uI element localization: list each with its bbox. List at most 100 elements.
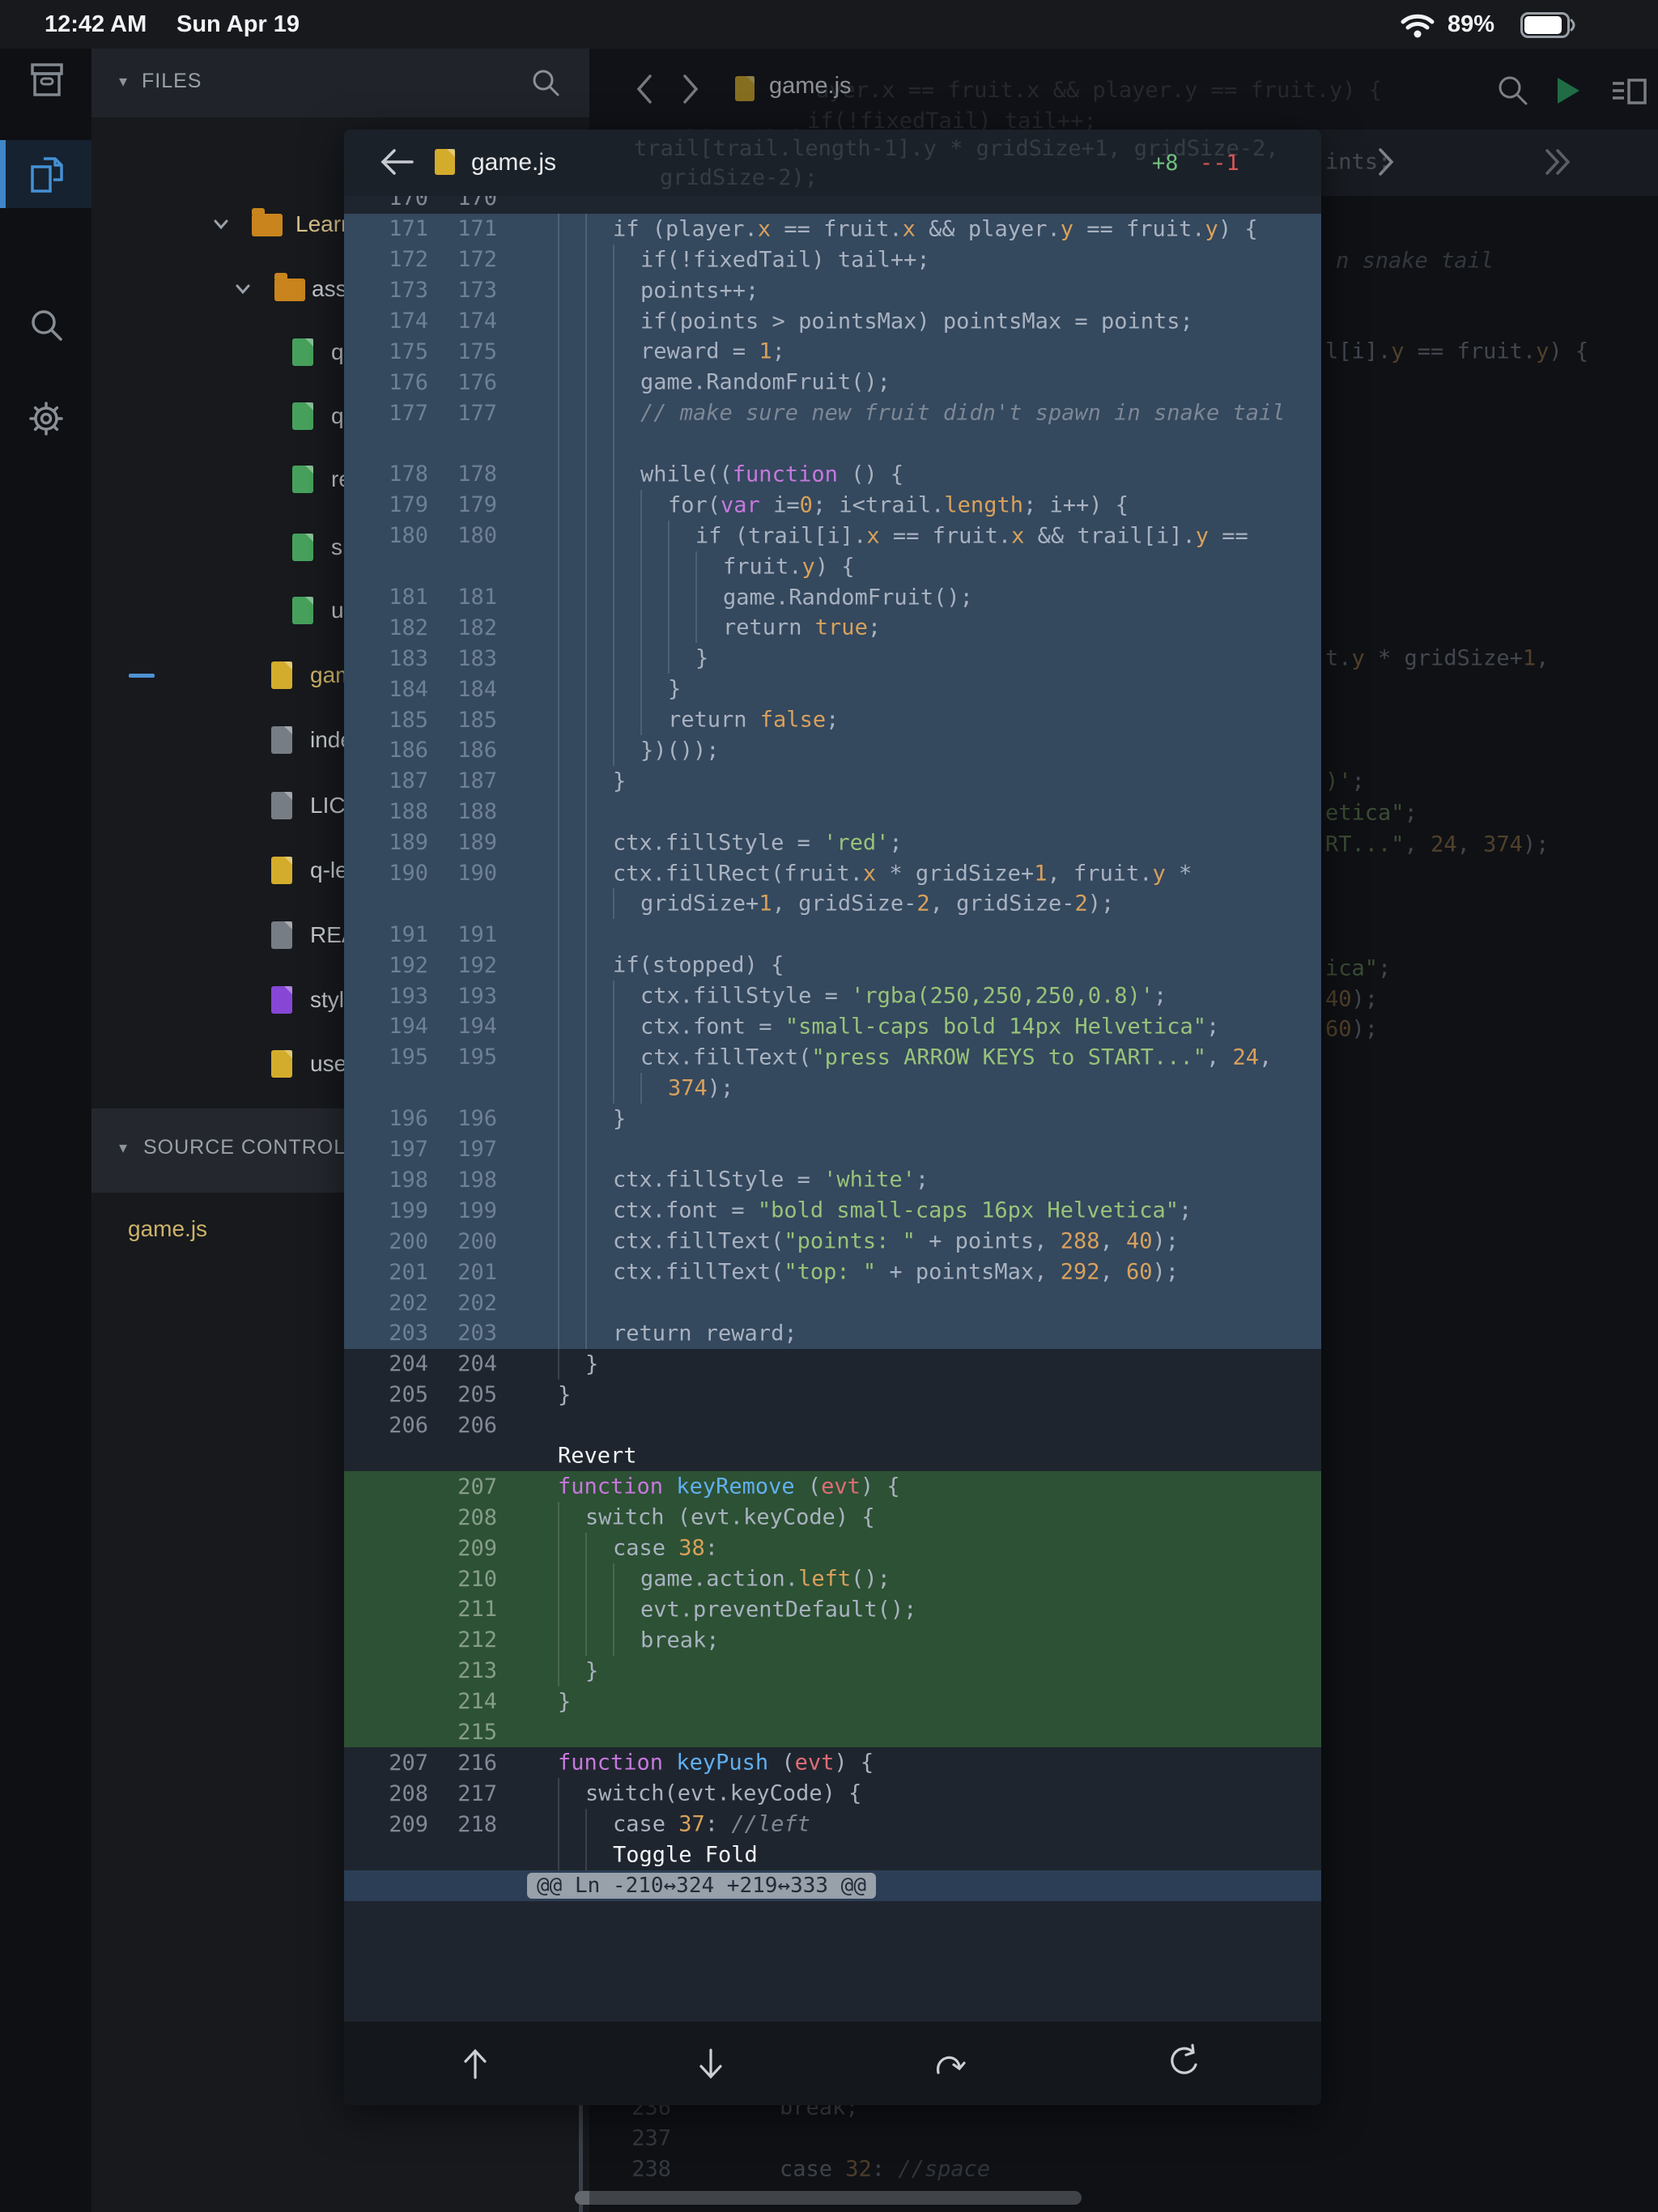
diff-code-row bbox=[344, 428, 1321, 459]
arrow-down-icon[interactable] bbox=[692, 2045, 729, 2082]
diff-code-row: 195195ctx.fillText("press ARROW KEYS to … bbox=[344, 1042, 1321, 1073]
files-icon[interactable] bbox=[24, 152, 70, 198]
diff-code-row: 181181game.RandomFruit(); bbox=[344, 582, 1321, 613]
diff-action-row[interactable]: Revert bbox=[344, 1441, 1321, 1472]
diff-code-row: 196196} bbox=[344, 1104, 1321, 1134]
diff-code-row: 189189ctx.fillStyle = 'red'; bbox=[344, 827, 1321, 858]
diff-code-row: 174174if(points > pointsMax) pointsMax =… bbox=[344, 306, 1321, 337]
file-icon bbox=[292, 466, 313, 493]
old-line-number: 202 bbox=[344, 1291, 428, 1316]
old-line-number: 180 bbox=[344, 523, 428, 548]
file-icon bbox=[271, 726, 292, 754]
collapse-caret-icon[interactable]: ▾ bbox=[119, 71, 127, 91]
new-line-number: 171 bbox=[428, 216, 497, 241]
diff-code-row: 198198ctx.fillStyle = 'white'; bbox=[344, 1165, 1321, 1196]
diff-toolbar bbox=[344, 2022, 1321, 2105]
diff-hunk-row[interactable]: @@ Ln -210↔324 +219↔333 @@ bbox=[344, 1870, 1321, 1901]
new-line-number: 177 bbox=[428, 401, 497, 426]
diff-code-row: 192192if(stopped) { bbox=[344, 950, 1321, 981]
new-line-number: 182 bbox=[428, 615, 497, 640]
old-line-number: 182 bbox=[344, 615, 428, 640]
diff-viewer-modal: 170170171171if (player.x == fruit.x && p… bbox=[344, 130, 1321, 2105]
old-line-number: 203 bbox=[344, 1321, 428, 1346]
old-line-number: 174 bbox=[344, 308, 428, 334]
diff-code-row: 209case 38: bbox=[344, 1533, 1321, 1563]
new-line-number: 184 bbox=[428, 677, 497, 702]
search-icon[interactable] bbox=[529, 66, 564, 102]
folder-icon bbox=[274, 279, 305, 301]
diff-code-row: 172172if(!fixedTail) tail++; bbox=[344, 245, 1321, 275]
file-icon bbox=[292, 597, 313, 624]
diff-code-row: 197197 bbox=[344, 1134, 1321, 1165]
new-line-number: 172 bbox=[428, 247, 497, 272]
new-line-number: 211 bbox=[428, 1597, 497, 1622]
diff-code-row: 177177// make sure new fruit didn't spaw… bbox=[344, 398, 1321, 428]
new-line-number: 213 bbox=[428, 1658, 497, 1683]
new-line-number: 199 bbox=[428, 1198, 497, 1223]
settings-gear-icon[interactable] bbox=[24, 397, 68, 440]
diff-header: trail[trail.length-1].y * gridSize+1, gr… bbox=[344, 130, 1321, 196]
diff-code-row: 182182return true; bbox=[344, 612, 1321, 643]
diff-removed-count: --1 bbox=[1200, 151, 1239, 176]
new-line-number: 178 bbox=[428, 462, 497, 487]
new-line-number: 188 bbox=[428, 799, 497, 824]
file-icon bbox=[292, 402, 313, 430]
diff-code-row: 176176game.RandomFruit(); bbox=[344, 367, 1321, 398]
old-line-number: 186 bbox=[344, 738, 428, 763]
file-icon bbox=[292, 338, 313, 366]
new-line-number: 206 bbox=[428, 1413, 497, 1438]
source-control-item-game-js[interactable]: game.js bbox=[128, 1216, 207, 1242]
search-icon[interactable] bbox=[26, 306, 68, 348]
source-control-title: SOURCE CONTROL bbox=[143, 1136, 346, 1159]
new-line-number: 187 bbox=[428, 768, 497, 793]
new-line-number: 179 bbox=[428, 492, 497, 517]
new-line-number: 195 bbox=[428, 1044, 497, 1070]
archive-icon[interactable] bbox=[27, 60, 67, 100]
arrow-left-icon[interactable] bbox=[378, 146, 417, 178]
js-file-icon bbox=[435, 149, 455, 175]
old-line-number: 178 bbox=[344, 462, 428, 487]
new-line-number: 203 bbox=[428, 1321, 497, 1346]
diff-code-row: 374); bbox=[344, 1073, 1321, 1104]
undo-icon[interactable] bbox=[929, 2044, 969, 2084]
ghost-code-line: trail[trail.length-1].y * gridSize+1, gr… bbox=[634, 136, 1279, 161]
new-line-number: 209 bbox=[428, 1536, 497, 1561]
file-icon bbox=[271, 661, 292, 689]
chevron-down-icon[interactable] bbox=[233, 279, 253, 299]
diff-code-row: 212break; bbox=[344, 1625, 1321, 1656]
hunk-range-pill[interactable]: @@ Ln -210↔324 +219↔333 @@ bbox=[527, 1873, 876, 1899]
files-panel-header[interactable]: ▾ FILES bbox=[91, 49, 589, 117]
status-bar: 12:42 AM Sun Apr 19 89% bbox=[0, 0, 1658, 49]
diff-code-row: 199199ctx.font = "bold small-caps 16px H… bbox=[344, 1195, 1321, 1226]
folder-icon bbox=[252, 214, 283, 236]
old-line-number: 204 bbox=[344, 1351, 428, 1376]
old-line-number: 190 bbox=[344, 861, 428, 886]
diff-code-row: 215 bbox=[344, 1717, 1321, 1748]
status-time: 12:42 AM bbox=[45, 11, 147, 38]
diff-action-row[interactable]: Toggle Fold bbox=[344, 1840, 1321, 1870]
new-line-number: 198 bbox=[428, 1168, 497, 1193]
diff-code-row: 190190ctx.fillRect(fruit.x * gridSize+1,… bbox=[344, 858, 1321, 889]
file-icon bbox=[271, 1050, 292, 1078]
old-line-number: 194 bbox=[344, 1014, 428, 1039]
collapse-caret-icon[interactable]: ▾ bbox=[119, 1138, 127, 1158]
new-line-number: 174 bbox=[428, 308, 497, 334]
battery-icon bbox=[1520, 12, 1577, 38]
diff-code-row: 179179for(var i=0; i<trail.length; i++) … bbox=[344, 490, 1321, 521]
new-line-number: 217 bbox=[428, 1781, 497, 1806]
diff-code-row: gridSize+1, gridSize-2, gridSize-2); bbox=[344, 888, 1321, 919]
new-line-number: 218 bbox=[428, 1812, 497, 1837]
status-date: Sun Apr 19 bbox=[176, 11, 300, 38]
old-line-number: 201 bbox=[344, 1260, 428, 1285]
redo-icon[interactable] bbox=[1163, 2044, 1204, 2084]
arrow-up-icon[interactable] bbox=[457, 2045, 494, 2082]
new-line-number: 193 bbox=[428, 984, 497, 1009]
diff-code-row: 171171if (player.x == fruit.x && player.… bbox=[344, 214, 1321, 245]
chevron-down-icon[interactable] bbox=[211, 215, 231, 234]
new-line-number: 191 bbox=[428, 922, 497, 947]
old-line-number: 176 bbox=[344, 370, 428, 395]
file-icon bbox=[271, 857, 292, 884]
old-line-number: 175 bbox=[344, 339, 428, 364]
diff-code-row: 187187} bbox=[344, 766, 1321, 797]
diff-code-row: 211evt.preventDefault(); bbox=[344, 1594, 1321, 1625]
